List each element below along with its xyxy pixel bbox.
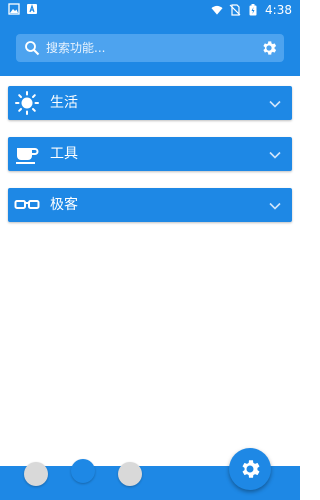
search-icon (24, 40, 40, 56)
sun-icon (14, 91, 40, 115)
cup-icon (14, 142, 40, 166)
settings-fab-button[interactable] (229, 448, 271, 490)
category-geek[interactable]: 极客 (8, 188, 292, 222)
glasses-icon (14, 193, 40, 217)
category-label: 工具 (50, 146, 78, 162)
page-dot[interactable] (118, 462, 142, 486)
category-life[interactable]: 生活 (8, 86, 292, 120)
gear-icon (238, 457, 262, 481)
chevron-down-icon (268, 198, 282, 212)
category-label: 生活 (50, 95, 78, 111)
battery-icon (247, 4, 259, 16)
wifi-icon (211, 4, 223, 16)
image-icon (8, 3, 20, 15)
chevron-down-icon (268, 147, 282, 161)
search-input[interactable] (46, 34, 246, 62)
category-tools[interactable]: 工具 (8, 137, 292, 171)
page-dot[interactable] (24, 462, 48, 486)
status-bar: 4:38 (0, 0, 300, 20)
chevron-down-icon (268, 96, 282, 110)
category-label: 极客 (50, 197, 78, 213)
page-dot-active[interactable] (71, 459, 95, 483)
gear-icon[interactable] (260, 39, 278, 57)
search-box[interactable] (16, 34, 284, 62)
app-icon (26, 3, 38, 15)
status-time: 4:38 (265, 3, 292, 17)
app-bar (0, 20, 300, 76)
no-sim-icon (229, 4, 241, 16)
